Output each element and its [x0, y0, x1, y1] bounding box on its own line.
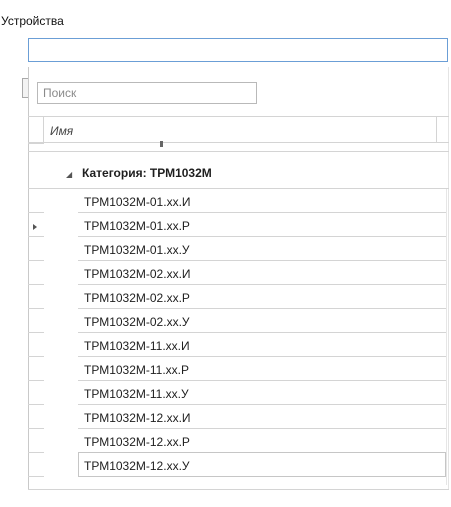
grid-bottom-border — [28, 489, 449, 490]
current-row-indicator-icon — [33, 224, 37, 230]
device-row[interactable]: ТРМ1032М-12.xx.Р — [78, 429, 446, 453]
device-row[interactable]: ТРМ1032М-11.xx.И — [78, 333, 446, 357]
collapse-triangle-icon[interactable]: ◢ — [66, 170, 72, 179]
row-header-divider — [28, 404, 44, 405]
row-header-divider — [28, 143, 44, 144]
header-separator — [436, 117, 437, 143]
row-header-divider — [28, 308, 44, 309]
clipped-row-glyph — [160, 141, 163, 147]
device-row[interactable]: ТРМ1032М-11.xx.Р — [78, 357, 446, 381]
device-row-label: ТРМ1032М-02.xx.У — [84, 315, 190, 329]
row-header-divider — [28, 380, 44, 381]
device-row-label: ТРМ1032М-02.xx.И — [84, 267, 191, 281]
row-header-divider — [28, 476, 44, 477]
search-input[interactable]: Поиск — [37, 82, 257, 104]
devices-label: Устройства — [1, 14, 64, 28]
row-header-divider — [28, 236, 44, 237]
row-header-divider — [28, 452, 44, 453]
column-header-name[interactable]: Имя — [50, 124, 73, 138]
scroll-edge — [446, 189, 447, 485]
row-header-divider — [28, 151, 44, 152]
row-header-divider — [28, 332, 44, 333]
device-combobox[interactable] — [28, 38, 448, 62]
device-row[interactable]: ТРМ1032М-12.xx.И — [78, 405, 446, 429]
row-divider — [44, 151, 449, 152]
device-row-label: ТРМ1032М-12.xx.И — [84, 411, 191, 425]
device-row-label: ТРМ1032М-01.xx.У — [84, 243, 190, 257]
row-header-divider — [28, 356, 44, 357]
device-row[interactable]: ТРМ1032М-01.xx.У — [78, 237, 446, 261]
row-header-divider — [28, 428, 44, 429]
device-row[interactable]: ТРМ1032М-11.xx.У — [78, 381, 446, 405]
device-row[interactable]: ТРМ1032М-02.xx.У — [78, 309, 446, 333]
last-row-frame — [78, 452, 446, 477]
device-row[interactable]: ТРМ1032М-02.xx.Р — [78, 285, 446, 309]
device-row-label: ТРМ1032М-01.xx.Р — [84, 219, 190, 233]
header-separator — [43, 117, 44, 143]
grid-header — [28, 117, 449, 143]
device-row-label: ТРМ1032М-01.xx.И — [84, 195, 191, 209]
row-header-divider — [28, 212, 44, 213]
device-row-label: ТРМ1032М-11.xx.И — [84, 339, 190, 353]
group-header-label[interactable]: Категория: ТРМ1032М — [82, 166, 212, 180]
device-row[interactable]: ТРМ1032М-01.xx.И — [78, 189, 446, 213]
device-row-label: ТРМ1032М-11.xx.Р — [84, 363, 190, 377]
device-row-label: ТРМ1032М-12.xx.Р — [84, 435, 190, 449]
device-row[interactable]: ТРМ1032М-01.xx.Р — [78, 213, 446, 237]
device-row[interactable]: ТРМ1032М-02.xx.И — [78, 261, 446, 285]
device-row-label: ТРМ1032М-02.xx.Р — [84, 291, 190, 305]
row-header-divider — [28, 260, 44, 261]
row-header-divider — [28, 188, 44, 189]
device-row-label: ТРМ1032М-11.xx.У — [84, 387, 189, 401]
row-header-divider — [28, 284, 44, 285]
